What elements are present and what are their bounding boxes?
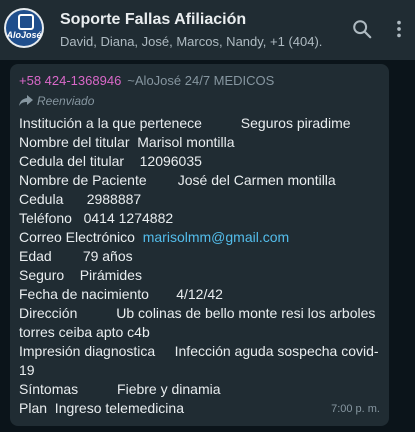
message-line: Síntomas Fiebre y dinamia <box>19 380 381 399</box>
message-line-text: Cedula del titular 12096035 <box>19 153 202 169</box>
message-line: Impresión diagnostica Infección aguda so… <box>19 342 381 361</box>
message-line-text: Institución a la que pertenece Seguros p… <box>19 115 351 131</box>
message-bubble[interactable]: +58 424-1368946 ~AloJosé 24/7 MEDICOS Ree… <box>10 64 389 426</box>
message-line: Correo Electrónico marisolmm@gmail.com <box>19 228 381 247</box>
chat-header[interactable]: AloJosé Soporte Fallas Afiliación David,… <box>0 0 415 60</box>
message-line-text: Plan Ingreso telemedicina <box>19 400 184 416</box>
sender-phone[interactable]: +58 424-1368946 <box>19 73 121 88</box>
message-line-text: 19 <box>19 362 35 378</box>
message-timestamp: 7:00 p. m. <box>331 403 380 415</box>
message-line-text: torres ceiba apto c4b <box>19 324 150 340</box>
message-line-text: Cedula 2988887 <box>19 191 142 207</box>
group-avatar[interactable]: AloJosé <box>4 8 44 48</box>
message-line-text: Nombre del titular Marisol montilla <box>19 134 235 150</box>
phone-logo-icon <box>18 14 34 30</box>
message-line: Cedula 2988887 <box>19 190 381 209</box>
message-line: Fecha de nacimiento 4/12/42 <box>19 285 381 304</box>
more-vertical-icon[interactable] <box>388 18 410 40</box>
message-line-text: Edad 79 años <box>19 248 133 264</box>
group-participants[interactable]: David, Diana, José, Marcos, Nandy, +1 (4… <box>60 34 322 49</box>
message-line: Cedula del titular 12096035 <box>19 152 381 171</box>
message-line: Plan Ingreso telemedicina <box>19 399 381 418</box>
chat-area: +58 424-1368946 ~AloJosé 24/7 MEDICOS Ree… <box>0 60 415 432</box>
forward-arrow-icon <box>19 95 33 106</box>
sender-info: +58 424-1368946 ~AloJosé 24/7 MEDICOS <box>19 73 274 88</box>
message-line: 19 <box>19 361 381 380</box>
message-line-text: Impresión diagnostica Infección aguda so… <box>19 343 379 359</box>
message-line-text: Correo Electrónico <box>19 229 143 245</box>
message-line-text: Teléfono 0414 1274882 <box>19 210 174 226</box>
message-line: torres ceiba apto c4b <box>19 323 381 342</box>
sender-name: ~AloJosé 24/7 MEDICOS <box>127 73 275 88</box>
message-line-text: Síntomas Fiebre y dinamia <box>19 381 221 397</box>
avatar-logo-text: AloJosé <box>6 30 42 40</box>
forwarded-label: Reenviado <box>19 94 94 108</box>
message-line: Nombre del titular Marisol montilla <box>19 133 381 152</box>
message-text: Institución a la que pertenece Seguros p… <box>19 114 381 418</box>
message-line-text: Nombre de Paciente José del Carmen monti… <box>19 172 336 188</box>
search-icon[interactable] <box>351 18 373 40</box>
message-line-text: Fecha de nacimiento 4/12/42 <box>19 286 223 302</box>
message-line: Nombre de Paciente José del Carmen monti… <box>19 171 381 190</box>
message-line: Dirección Ub colinas de bello monte resi… <box>19 304 381 323</box>
group-title[interactable]: Soporte Fallas Afiliación <box>60 11 246 29</box>
message-line: Seguro Pirámides <box>19 266 381 285</box>
message-line-text: Dirección Ub colinas de bello monte resi… <box>19 305 376 321</box>
message-line: Teléfono 0414 1274882 <box>19 209 381 228</box>
email-link[interactable]: marisolmm@gmail.com <box>143 229 289 245</box>
message-line: Institución a la que pertenece Seguros p… <box>19 114 381 133</box>
message-line: Edad 79 años <box>19 247 381 266</box>
forwarded-text: Reenviado <box>37 94 95 108</box>
message-line-text: Seguro Pirámides <box>19 267 142 283</box>
